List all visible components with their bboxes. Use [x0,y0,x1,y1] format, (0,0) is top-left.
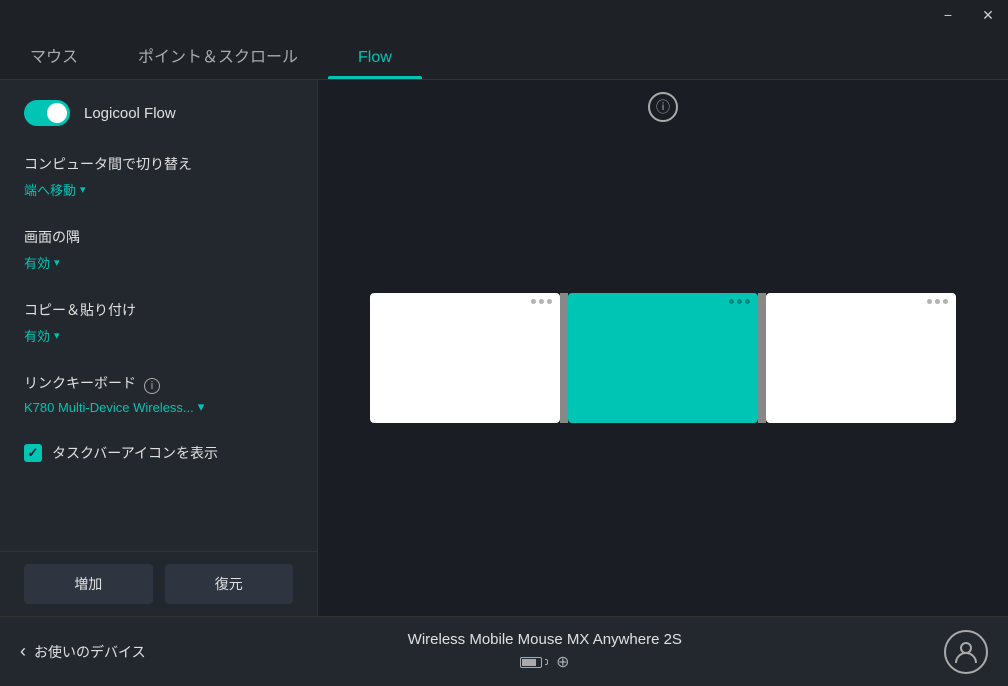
usb-receiver-icon: ⊕ [556,652,569,672]
buttons-row: 増加 復元 [0,551,318,616]
sidebar: Logicool Flow コンピュータ間で切り替え 端へ移動 ▾ 画面の隅 有… [0,80,318,616]
screen-corner-sub[interactable]: 有効 ▾ [24,253,293,272]
taskbar-checkbox[interactable]: ✓ [24,444,42,462]
back-button[interactable]: ‹ お使いのデバイス [20,641,146,662]
logicool-flow-label: Logicool Flow [84,105,176,122]
monitor-center[interactable] [568,293,758,423]
taskbar-checkbox-row: ✓ タスクバーアイコンを表示 [24,443,293,463]
taskbar-section: ✓ タスクバーアイコンを表示 [24,443,293,463]
minimize-button[interactable]: − [928,0,968,30]
dot-5 [737,299,742,304]
copy-paste-sub-label: 有効 [24,326,50,345]
switch-computers-sub-label: 端へ移動 [24,180,76,199]
tab-bar: マウス ポイント＆スクロール Flow [0,0,1008,80]
monitor-separator-1 [560,293,568,423]
checkmark-icon: ✓ [28,445,39,461]
copy-paste-section: コピー＆貼り付け 有効 ▾ [24,300,293,345]
screen-corner-section: 画面の隅 有効 ▾ [24,227,293,272]
battery-body [520,657,542,668]
device-info: Wireless Mobile Mouse MX Anywhere 2S ⊕ [146,631,944,672]
logicool-flow-row: Logicool Flow [24,100,293,126]
content-area: ⓘ [318,80,1008,616]
copy-paste-title: コピー＆貼り付け [24,300,293,320]
monitor-right[interactable] [766,293,956,423]
close-button[interactable]: ✕ [968,0,1008,30]
back-arrow-icon: ‹ [20,641,26,662]
dot-4 [729,299,734,304]
tab-mouse[interactable]: マウス [0,31,108,79]
back-label: お使いのデバイス [34,642,146,662]
content-info-icon[interactable]: ⓘ [648,92,678,122]
switch-computers-title: コンピュータ間で切り替え [24,154,293,174]
battery-fill [522,659,536,666]
monitor-left-dots [531,299,552,304]
linked-keyboard-info-icon[interactable]: i [144,378,160,394]
screen-corner-sub-label: 有効 [24,253,50,272]
switch-computers-chevron: ▾ [80,183,86,196]
dot-6 [745,299,750,304]
restore-button[interactable]: 復元 [165,564,294,604]
dot-1 [531,299,536,304]
monitor-right-dots [927,299,948,304]
dot-2 [539,299,544,304]
dot-3 [547,299,552,304]
battery-tip [545,659,548,665]
logicool-flow-section: Logicool Flow [24,100,293,126]
battery-icon [520,657,548,668]
keyboard-link[interactable]: K780 Multi-Device Wireless... ▾ [24,399,293,415]
switch-computers-sub[interactable]: 端へ移動 ▾ [24,180,293,199]
main-layout: Logicool Flow コンピュータ間で切り替え 端へ移動 ▾ 画面の隅 有… [0,80,1008,616]
device-icons: ⊕ [146,652,944,672]
title-bar: − ✕ [928,0,1008,30]
keyboard-name: K780 Multi-Device Wireless... [24,400,194,415]
screen-corner-chevron: ▾ [54,256,60,269]
screen-corner-title: 画面の隅 [24,227,293,247]
profile-button[interactable] [944,630,988,674]
monitor-left[interactable] [370,293,560,423]
tab-point-scroll[interactable]: ポイント＆スクロール [108,31,328,79]
switch-computers-section: コンピュータ間で切り替え 端へ移動 ▾ [24,154,293,199]
tab-flow[interactable]: Flow [328,37,422,79]
copy-paste-chevron: ▾ [54,329,60,342]
monitors-container [370,293,956,423]
monitor-center-dots [729,299,750,304]
dot-8 [935,299,940,304]
toggle-knob [47,103,67,123]
dot-9 [943,299,948,304]
add-button[interactable]: 増加 [24,564,153,604]
linked-keyboard-title: リンクキーボード [24,373,136,393]
profile-icon [953,639,979,665]
logicool-flow-toggle[interactable] [24,100,70,126]
keyboard-chevron: ▾ [198,399,205,415]
dot-7 [927,299,932,304]
linked-keyboard-section: リンクキーボード i K780 Multi-Device Wireless...… [24,373,293,415]
device-name: Wireless Mobile Mouse MX Anywhere 2S [146,631,944,648]
bottom-bar: ‹ お使いのデバイス Wireless Mobile Mouse MX Anyw… [0,616,1008,686]
taskbar-label: タスクバーアイコンを表示 [52,443,218,463]
monitor-separator-2 [758,293,766,423]
copy-paste-sub[interactable]: 有効 ▾ [24,326,293,345]
